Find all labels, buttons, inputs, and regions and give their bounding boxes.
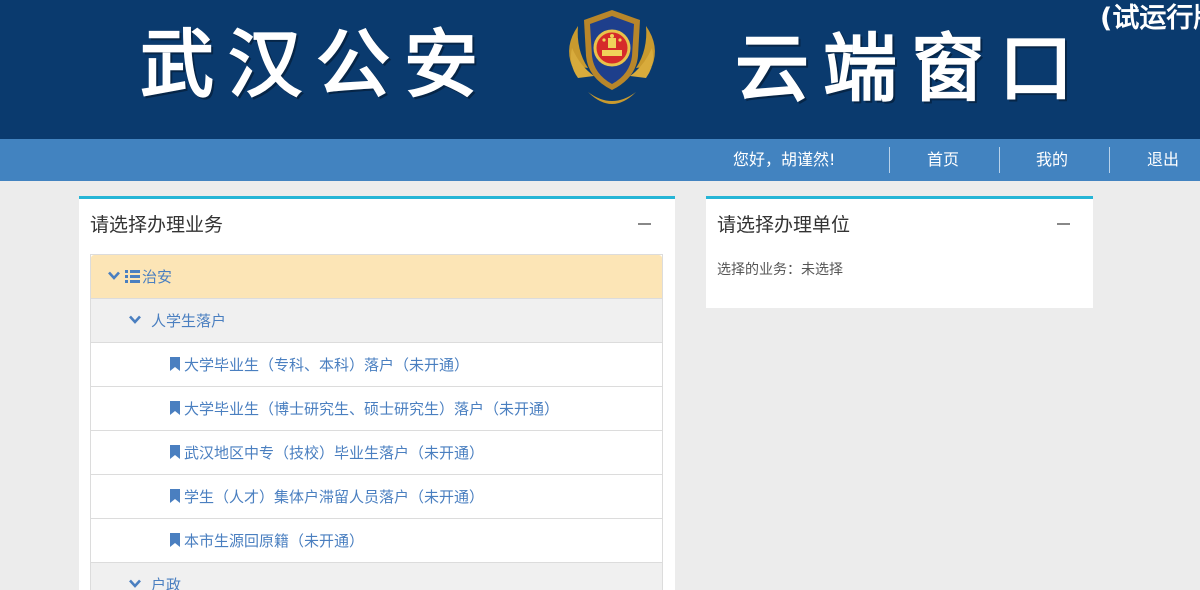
tree-item[interactable]: 大学毕业生（专科、本科）落户（未开通）: [91, 343, 662, 387]
nav-home-link[interactable]: 首页: [927, 139, 959, 181]
tree-item-label: 本市生源回原籍（未开通）: [184, 532, 365, 550]
selected-business-value: 未选择: [801, 262, 843, 278]
header-banner: 武汉公安 云端窗口 (试运行版: [0, 0, 1200, 139]
bookmark-icon: [170, 445, 180, 459]
chevron-down-icon: [108, 271, 120, 280]
tree-group-student-settlement[interactable]: 人学生落户: [91, 299, 662, 343]
nav-mine-link[interactable]: 我的: [1036, 139, 1068, 181]
business-select-panel: 请选择办理业务 治安 人学生落户 大学毕业生（专科、本科）落户（未开通） 大学毕…: [79, 196, 675, 590]
group-label: 户政: [151, 576, 182, 590]
category-label: 治安: [142, 268, 173, 286]
tree-item-label: 大学毕业生（博士研究生、硕士研究生）落户（未开通）: [184, 400, 560, 418]
tree-item[interactable]: 学生（人才）集体户滞留人员落户（未开通）: [91, 475, 662, 519]
tree-item-label: 大学毕业生（专科、本科）落户（未开通）: [184, 356, 470, 374]
selected-business-status: 选择的业务：未选择: [717, 259, 843, 279]
chevron-down-icon: [129, 579, 141, 588]
top-navbar: 您好，胡谨然! 首页 我的 退出: [0, 139, 1200, 181]
tree-item-label: 学生（人才）集体户滞留人员落户（未开通）: [184, 488, 485, 506]
chevron-down-icon: [129, 315, 141, 324]
tree-item[interactable]: 武汉地区中专（技校）毕业生落户（未开通）: [91, 431, 662, 475]
bookmark-icon: [170, 357, 180, 371]
tree-category-public-security[interactable]: 治安: [91, 255, 662, 299]
selected-business-label: 选择的业务：: [717, 262, 801, 278]
police-emblem-icon: [569, 10, 655, 104]
list-icon: [125, 270, 140, 283]
collapse-icon[interactable]: [1057, 223, 1070, 225]
nav-divider: [889, 147, 890, 173]
panel-title: 请选择办理业务: [90, 214, 224, 236]
user-greeting: 您好，胡谨然!: [733, 150, 836, 169]
trial-version-label: (试运行版: [1100, 3, 1200, 34]
tree-item-label: 武汉地区中专（技校）毕业生落户（未开通）: [184, 444, 485, 462]
tree-group-household[interactable]: 户政: [91, 563, 662, 590]
unit-select-panel: 请选择办理单位 选择的业务：未选择: [706, 196, 1093, 308]
business-tree: 治安 人学生落户 大学毕业生（专科、本科）落户（未开通） 大学毕业生（博士研究生…: [90, 254, 663, 590]
nav-divider: [1109, 147, 1110, 173]
bookmark-icon: [170, 489, 180, 503]
bookmark-icon: [170, 533, 180, 547]
collapse-icon[interactable]: [638, 223, 651, 225]
nav-divider: [999, 147, 1000, 173]
bookmark-icon: [170, 401, 180, 415]
nav-logout-link[interactable]: 退出: [1147, 139, 1179, 181]
group-label: 人学生落户: [151, 312, 227, 330]
site-title-left: 武汉公安: [140, 22, 492, 108]
panel-title: 请选择办理单位: [717, 214, 851, 236]
tree-item[interactable]: 大学毕业生（博士研究生、硕士研究生）落户（未开通）: [91, 387, 662, 431]
site-title-right: 云端窗口: [735, 26, 1087, 112]
tree-item[interactable]: 本市生源回原籍（未开通）: [91, 519, 662, 563]
